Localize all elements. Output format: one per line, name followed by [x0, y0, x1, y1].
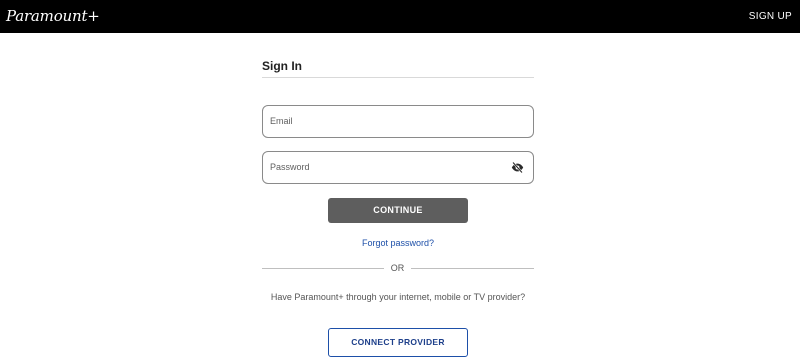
or-label: OR	[390, 263, 405, 273]
email-field[interactable]: Email	[262, 105, 534, 138]
continue-button[interactable]: CONTINUE	[328, 198, 468, 223]
sign-in-title: Sign In	[262, 59, 302, 73]
sign-in-form: Sign In Email Password CONTINUE Forgot p…	[262, 33, 534, 360]
eye-slash-icon[interactable]	[511, 161, 524, 174]
password-field[interactable]: Password	[262, 151, 534, 184]
provider-description: Have Paramount+ through your internet, m…	[270, 292, 526, 302]
connect-provider-button[interactable]: CONNECT PROVIDER	[328, 328, 468, 357]
title-divider	[262, 77, 534, 78]
email-placeholder: Email	[270, 116, 293, 126]
paramount-plus-logo[interactable]: Paramount+	[6, 6, 100, 26]
top-nav-bar: Paramount+ SIGN UP	[0, 0, 800, 33]
or-divider-left	[262, 268, 384, 269]
sign-up-link[interactable]: SIGN UP	[749, 10, 792, 24]
forgot-password-link[interactable]: Forgot password?	[262, 237, 534, 249]
password-placeholder: Password	[270, 162, 310, 172]
or-divider-right	[411, 268, 534, 269]
